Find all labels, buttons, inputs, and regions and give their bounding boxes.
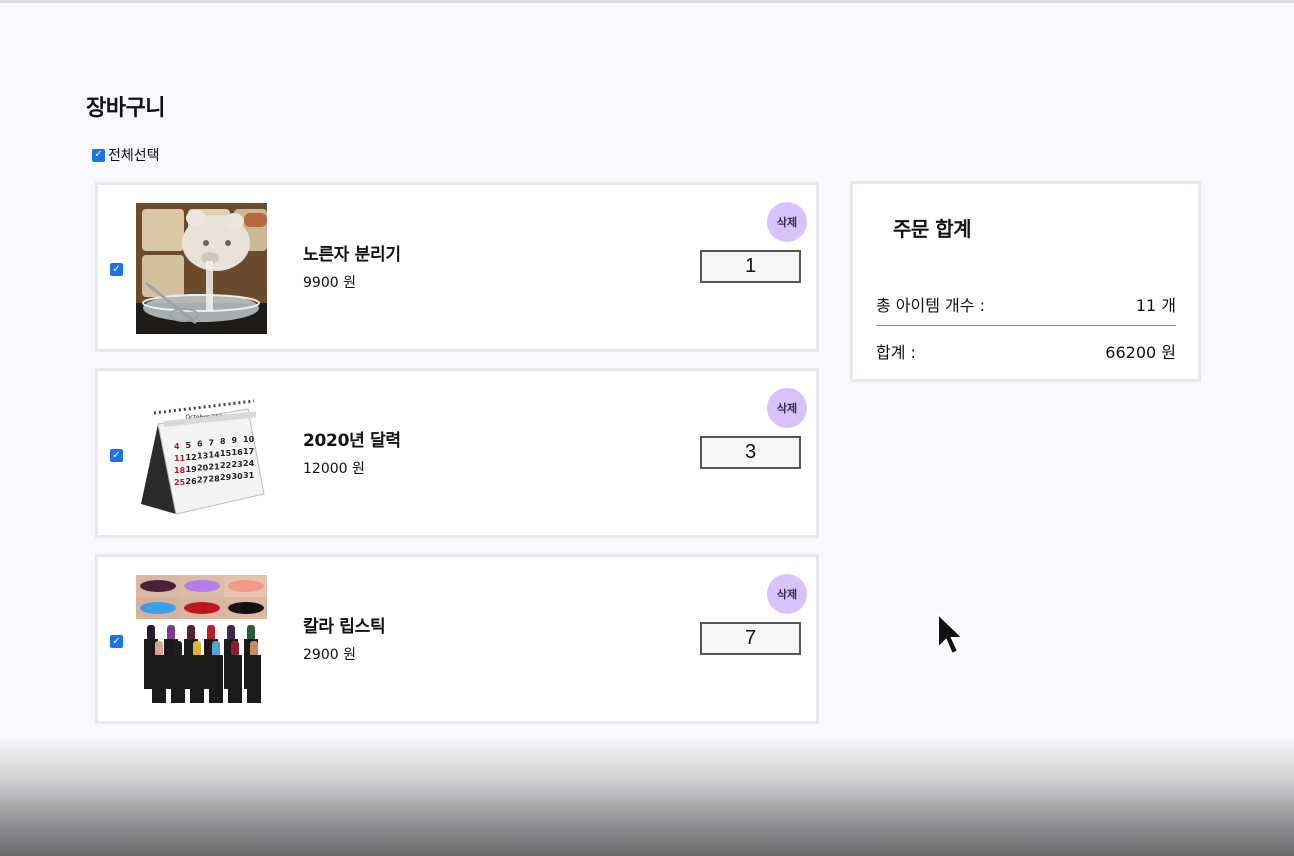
calendar-day-number: 14	[209, 450, 221, 459]
lipstick-bullet	[231, 641, 239, 657]
lipstick-bullet	[187, 625, 195, 641]
lipstick-bullet	[207, 625, 215, 641]
cart-item: ✓ 칼라 립스틱 2900 원 삭제 7	[95, 554, 819, 724]
calendar-day-number: 31	[243, 471, 255, 480]
delete-button[interactable]: 삭제	[767, 574, 807, 614]
item-price: 2900 원	[303, 647, 356, 663]
delete-button[interactable]: 삭제	[767, 202, 807, 242]
item-price: 12000 원	[303, 461, 365, 477]
top-divider	[0, 0, 1294, 3]
calendar-day-number: 30	[232, 472, 244, 481]
lipstick-bullet	[155, 641, 163, 657]
calendar-day-number: 19	[186, 465, 198, 474]
lipstick-bullet	[167, 625, 175, 641]
calendar-day-number: 8	[220, 437, 226, 446]
lipstick-bullet	[193, 641, 201, 657]
calendar-day-number: 10	[243, 435, 255, 444]
calendar-day-number: 13	[197, 452, 208, 461]
summary-divider	[876, 325, 1176, 326]
calendar-day-number: 5	[186, 441, 192, 450]
quantity-input[interactable]: 7	[700, 622, 801, 655]
cart-item: ✓ October 2020 4567891011121314151617181…	[95, 368, 819, 538]
calendar-day-number: 27	[197, 476, 208, 485]
select-all[interactable]: ✓ 전체선택	[92, 145, 160, 165]
calendar-day-number: 28	[209, 474, 221, 483]
lipstick-tube	[171, 655, 185, 703]
calendar-day-number: 25	[174, 478, 186, 487]
lipstick-tube	[209, 655, 223, 703]
item-checkbox[interactable]: ✓	[110, 635, 123, 648]
lipstick-tube	[247, 655, 261, 703]
calendar-day-number: 26	[186, 477, 198, 486]
select-all-checkbox[interactable]: ✓	[92, 148, 105, 162]
calendar-day-number: 24	[243, 459, 255, 468]
lipstick-bullet	[227, 625, 235, 641]
total-price-value: 66200 원	[1105, 343, 1176, 362]
calendar-day-number: 21	[209, 462, 221, 471]
calendar-day-number: 17	[243, 447, 254, 456]
quantity-input[interactable]: 1	[700, 250, 801, 283]
item-checkbox[interactable]: ✓	[110, 449, 123, 462]
item-checkbox[interactable]: ✓	[110, 263, 123, 276]
delete-button[interactable]: 삭제	[767, 388, 807, 428]
egg-separator-image	[136, 203, 267, 334]
lipstick-bullet	[250, 641, 258, 657]
page-title: 장바구니	[86, 96, 165, 121]
mouse-cursor-icon	[937, 612, 966, 656]
calendar-day-number: 23	[232, 460, 243, 469]
total-items-row: 총 아이템 개수 : 11 개	[876, 292, 1176, 316]
total-price-label: 합계 :	[876, 343, 916, 362]
lipstick-set-image	[136, 575, 267, 706]
total-items-value: 11 개	[1135, 296, 1176, 315]
calendar-day-number: 16	[232, 448, 244, 457]
lipstick-tube	[152, 655, 166, 703]
cart-item: ✓ 노른자 분리기 9900 원 삭제 1	[95, 182, 819, 352]
calendar-day-number: 18	[174, 466, 186, 475]
lipstick-tube	[228, 655, 242, 703]
calendar-day-number: 11	[174, 454, 186, 463]
item-name: 칼라 립스틱	[303, 617, 386, 637]
select-all-label: 전체선택	[108, 148, 160, 164]
calendar-day-number: 7	[209, 438, 215, 447]
calendar-day-number: 22	[220, 461, 231, 470]
calendar-day-number: 29	[220, 473, 232, 482]
summary-title: 주문 합계	[893, 217, 972, 241]
lipstick-bullet	[247, 625, 255, 641]
calendar-day-number: 15	[220, 449, 232, 458]
item-name: 2020년 달력	[303, 431, 401, 451]
lipstick-bullet	[147, 625, 155, 641]
total-price-row: 합계 : 66200 원	[876, 339, 1176, 363]
quantity-input[interactable]: 3	[700, 436, 801, 469]
lipstick-tube	[190, 655, 204, 703]
item-name: 노른자 분리기	[303, 245, 401, 265]
item-price: 9900 원	[303, 275, 356, 291]
calendar-day-number: 9	[232, 436, 238, 445]
total-items-label: 총 아이템 개수 :	[876, 296, 985, 315]
bottom-shadow	[0, 740, 1294, 856]
desk-calendar-image: October 2020 456789101112131415161718192…	[136, 389, 267, 520]
lipstick-bullet	[212, 641, 220, 657]
calendar-day-number: 4	[174, 442, 180, 451]
calendar-day-number: 12	[186, 453, 197, 462]
calendar-day-number: 20	[197, 464, 209, 473]
order-summary: 주문 합계 총 아이템 개수 : 11 개 합계 : 66200 원	[850, 181, 1201, 382]
lipstick-bullet	[174, 641, 182, 657]
calendar-day-number: 6	[197, 440, 203, 449]
